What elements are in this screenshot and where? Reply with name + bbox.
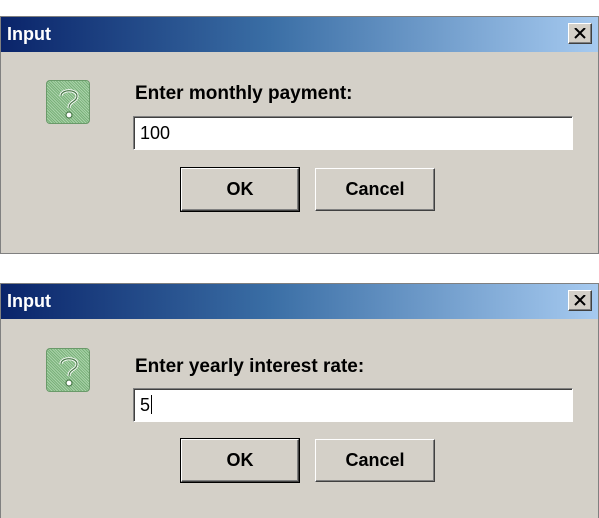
close-button[interactable] — [568, 290, 592, 311]
close-icon — [574, 28, 586, 39]
ok-button[interactable]: OK — [180, 438, 300, 483]
input-text: 5 — [140, 395, 151, 415]
question-icon — [46, 348, 90, 392]
ok-button[interactable]: OK — [180, 167, 300, 212]
input-value: 5 — [140, 395, 153, 415]
prompt-label: Enter monthly payment: — [135, 83, 353, 104]
close-button[interactable] — [568, 23, 592, 44]
input-dialog-interest-rate: Input Enter yearly interest rate: 5 OK C… — [0, 283, 599, 518]
dialog-title: Input — [7, 24, 51, 44]
close-icon — [574, 295, 586, 306]
question-icon — [46, 80, 90, 124]
cancel-button[interactable]: Cancel — [315, 439, 435, 482]
payment-input[interactable]: 100 — [133, 116, 573, 150]
input-dialog-monthly-payment: Input Enter monthly payment: 100 OK Canc… — [0, 16, 599, 254]
cancel-button[interactable]: Cancel — [315, 168, 435, 211]
prompt-label: Enter yearly interest rate: — [135, 356, 365, 377]
dialog-title: Input — [7, 291, 51, 311]
title-bar[interactable]: Input — [1, 17, 598, 52]
text-caret — [151, 395, 153, 414]
interest-rate-input[interactable]: 5 — [133, 388, 573, 422]
input-value: 100 — [140, 123, 171, 143]
title-bar[interactable]: Input — [1, 284, 598, 319]
